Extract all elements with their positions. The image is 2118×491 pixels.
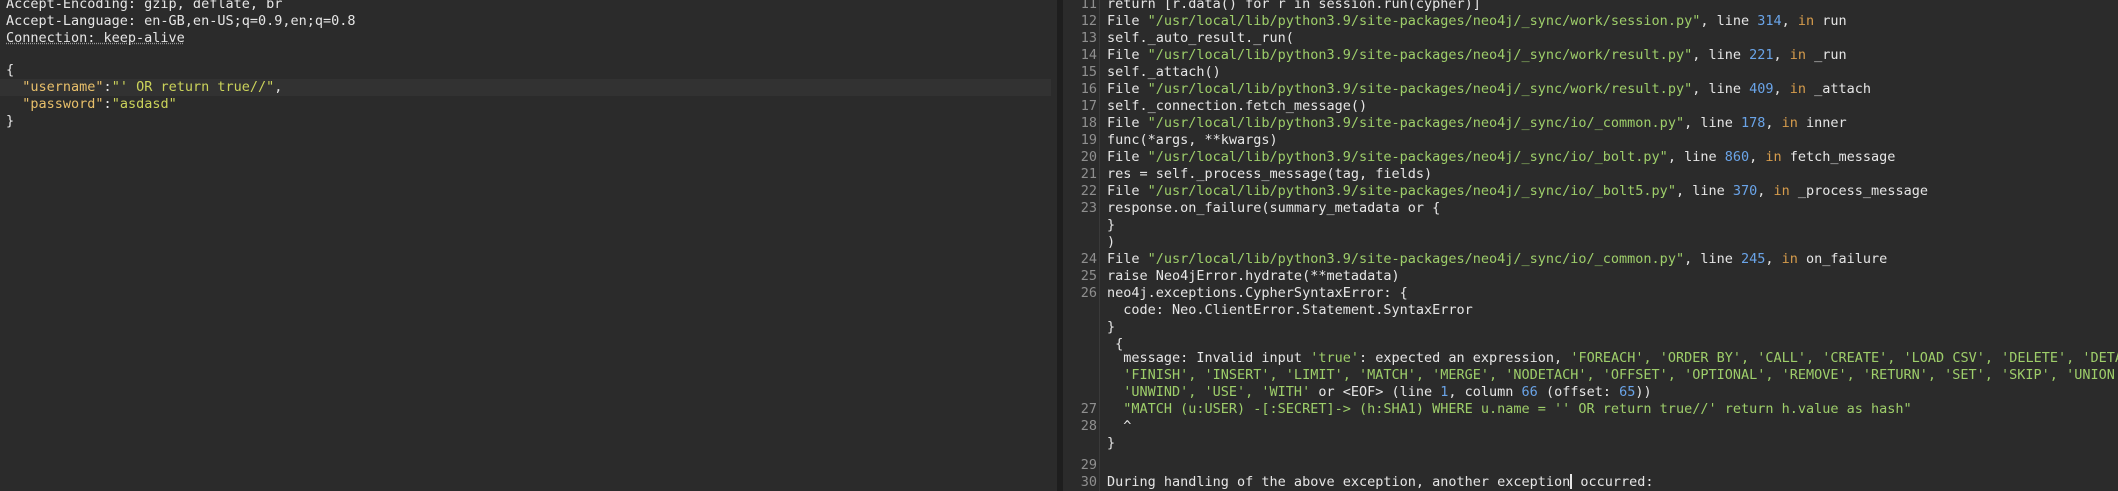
line-number: 18	[1080, 115, 1097, 131]
line-number: 14	[1080, 47, 1097, 63]
trace-code-line: response.on_failure(summary_metadata or …	[1107, 200, 1441, 216]
trace-code-line: self._auto_result._run(	[1107, 30, 1294, 46]
traceback-pane[interactable]: 11 return [r.data() for r in session.run(…	[1063, 0, 2118, 491]
line-number: 28	[1080, 418, 1097, 434]
json-brace-open: {	[6, 62, 15, 78]
line-number: 25	[1080, 268, 1097, 284]
exception-notice-line[interactable]: During handling of the above exception, …	[1107, 474, 1654, 491]
close-brace-line: }	[1107, 435, 1116, 451]
trace-code-line: neo4j.exceptions.CypherSyntaxError: {	[1107, 285, 1408, 301]
line-number: 20	[1080, 149, 1097, 165]
line-number: 12	[1080, 13, 1097, 29]
line-number: 21	[1080, 166, 1097, 182]
line-number: 30	[1080, 474, 1097, 490]
line-number: 13	[1080, 30, 1097, 46]
colon: :	[103, 79, 112, 95]
password-key: "password"	[22, 96, 104, 112]
editor-root: Accept-Encoding: gzip, deflate, br Accep…	[0, 0, 2118, 491]
line-number: 23	[1080, 200, 1097, 216]
line-number: 29	[1080, 457, 1097, 473]
line-number: 11	[1080, 0, 1097, 12]
json-brace-close: }	[6, 113, 15, 129]
line-number: 17	[1080, 98, 1097, 114]
trace-code-line: code: Neo.ClientError.Statement.SyntaxEr…	[1107, 302, 1473, 318]
comma: ,	[274, 79, 283, 95]
trace-code-line: raise Neo4jError.hydrate(**metadata)	[1107, 268, 1400, 284]
header-accept-language: Accept-Language: en-GB,en-US;q=0.9,en;q=…	[6, 13, 356, 29]
username-value: "' OR return true//"	[111, 79, 275, 95]
cypher-query-line: "MATCH (u:USER) -[:SECRET]-> (h:SHA1) WH…	[1107, 401, 1912, 417]
username-key: "username"	[22, 79, 104, 95]
line-number: 27	[1080, 401, 1097, 417]
trace-file-line: File "/usr/local/lib/python3.9/site-pack…	[1107, 47, 1847, 63]
trace-file-line: File "/usr/local/lib/python3.9/site-pack…	[1107, 149, 1896, 165]
trace-code-line: }	[1107, 217, 1116, 233]
password-value: "asdasd"	[111, 96, 177, 112]
line-number: 15	[1080, 64, 1097, 80]
trace-code-line: )	[1107, 234, 1116, 250]
error-message-line-1: message: Invalid input 'true': expected …	[1107, 350, 2118, 366]
json-username-line[interactable]: "username":"' OR return true//",	[0, 79, 1051, 96]
error-message-line-3: 'UNWIND', 'USE', 'WITH' or <EOF> (line 1…	[1107, 384, 1652, 400]
trace-file-line: File "/usr/local/lib/python3.9/site-pack…	[1107, 81, 1872, 97]
line-number: 22	[1080, 183, 1097, 199]
trace-code-line: self._attach()	[1107, 64, 1221, 80]
line-number: 16	[1080, 81, 1097, 97]
caret-line: ^	[1107, 418, 1132, 434]
json-password-line[interactable]: "password":"asdasd"	[6, 96, 177, 113]
request-pane[interactable]: Accept-Encoding: gzip, deflate, br Accep…	[0, 0, 1057, 491]
error-message-line-2: 'FINISH', 'INSERT', 'LIMIT', 'MATCH', 'M…	[1107, 367, 2118, 383]
header-connection: Connection: keep-alive	[6, 30, 185, 46]
line-number: 26	[1080, 285, 1097, 301]
trace-file-line: File "/usr/local/lib/python3.9/site-pack…	[1107, 251, 1888, 267]
trace-code-line: res = self._process_message(tag, fields)	[1107, 166, 1433, 182]
trace-code-line: self._connection.fetch_message()	[1107, 98, 1368, 114]
trace-code-line: }	[1107, 319, 1116, 335]
trace-file-line: File "/usr/local/lib/python3.9/site-pack…	[1107, 183, 1928, 199]
trace-file-line: File "/usr/local/lib/python3.9/site-pack…	[1107, 115, 1847, 131]
colon: :	[103, 96, 112, 112]
trace-code-line: return [r.data() for r in session.run(cy…	[1107, 0, 1481, 12]
line-number: 19	[1080, 132, 1097, 148]
header-accept-encoding: Accept-Encoding: gzip, deflate, br	[6, 0, 283, 12]
trace-code-line: func(*args, **kwargs)	[1107, 132, 1278, 148]
line-number: 24	[1080, 251, 1097, 267]
trace-file-line: File "/usr/local/lib/python3.9/site-pack…	[1107, 13, 1847, 29]
